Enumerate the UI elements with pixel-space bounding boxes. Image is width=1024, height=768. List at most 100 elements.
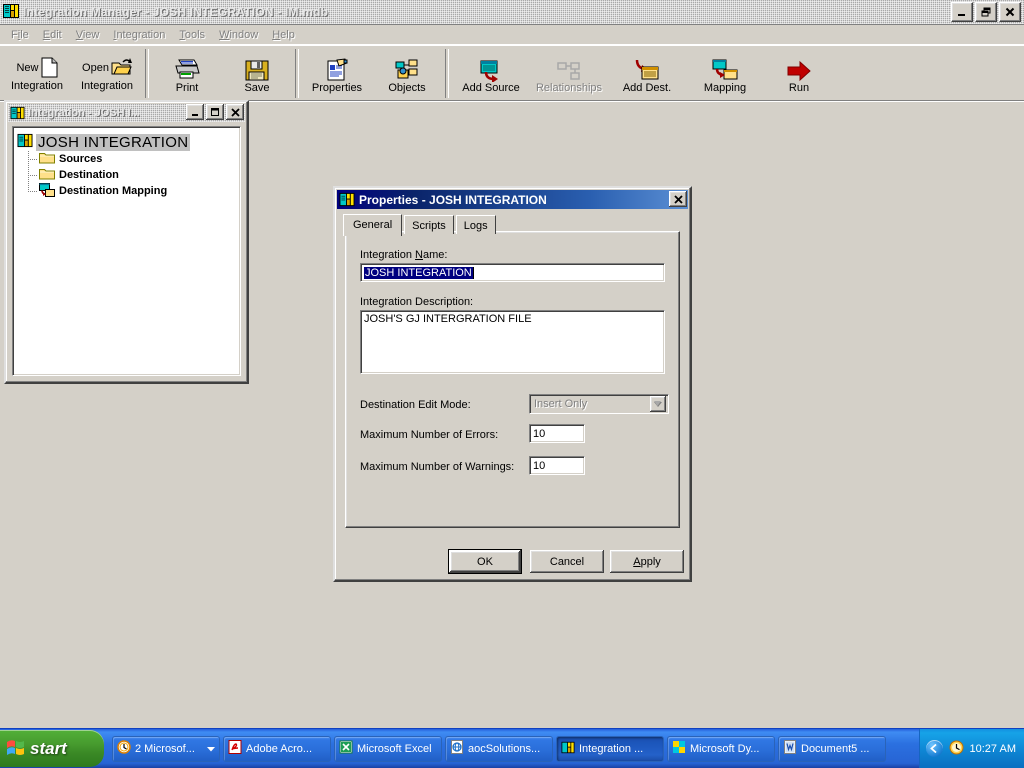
add-destination-button[interactable]: Add Dest. [608,47,686,100]
menu-item-integration[interactable]: Integration [106,27,172,43]
mdi-maximize-button[interactable] [206,104,224,120]
integration-name-input[interactable]: JOSH INTEGRATION [360,263,665,282]
taskbar-item-aocsolutions[interactable]: aocSolutions... [445,736,553,762]
ok-button-label: OK [450,551,520,572]
maximum-errors-input[interactable]: 10 [529,424,585,443]
taskbar-item-dynamics-label: Microsoft Dy... [690,743,759,755]
floppy-disk-icon [245,56,269,82]
restore-button[interactable] [975,2,997,22]
objects-button[interactable]: Objects [372,47,442,100]
tree-item-destination-mapping-label: Destination Mapping [59,185,167,197]
integration-manager-icon [3,3,19,22]
start-button[interactable]: start [0,730,104,767]
taskbar-clock: 10:27 AM [970,743,1016,755]
integration-description-input[interactable]: JOSH'S GJ INTERGRATION FILE [360,310,665,374]
destination-edit-mode-value: Insert Only [530,398,650,410]
mdi-title-bar[interactable]: Integration - JOSH I... [8,104,245,122]
close-button[interactable] [999,2,1021,22]
restore-icon [980,6,992,18]
cancel-button[interactable]: Cancel [530,550,604,573]
print-button[interactable]: Print [152,47,222,100]
windows-flag-icon [6,738,25,759]
open-integration-button[interactable]: Open Integration [72,47,142,100]
chevron-down-icon[interactable] [650,396,666,412]
taskbar-item-document5-label: Document5 ... [801,743,869,755]
tab-general[interactable]: General [343,214,402,236]
menu-item-file[interactable]: File [4,27,36,43]
cancel-button-label: Cancel [550,556,584,568]
properties-button[interactable]: Properties [302,47,372,100]
mapping-button[interactable]: Mapping [686,47,764,100]
run-button[interactable]: Run [764,47,834,100]
open-folder-icon [111,57,132,80]
toolbar-group-print-save: Print Save [152,47,292,100]
chevron-down-icon[interactable] [207,743,215,755]
dialog-title-bar[interactable]: Properties - JOSH INTEGRATION [337,190,688,209]
destination-edit-mode-select[interactable]: Insert Only [529,394,669,414]
minimize-icon [956,6,968,18]
properties-label: Properties [312,83,362,94]
taskbar-item-outlook-label: 2 Microsof... [135,743,195,755]
relationships-label: Relationships [536,83,602,94]
integration-manager-icon [561,741,575,757]
close-icon [230,107,241,118]
toolbar-separator-3 [445,49,449,98]
tree-item-destination-mapping[interactable]: Destination Mapping [25,183,240,199]
toolbar-group-properties-objects: Properties Objects [302,47,442,100]
menu-item-window[interactable]: Window [212,27,265,43]
integration-window-icon [10,106,25,120]
tab-logs[interactable]: Logs [456,215,496,234]
taskbar-item-excel[interactable]: Microsoft Excel [334,736,442,762]
tree-branch-line [28,175,37,176]
start-label: start [30,739,67,759]
mdi-minimize-button[interactable] [186,104,204,120]
main-title-bar[interactable]: Integration Manager - JOSH INTEGRATION -… [0,0,1024,25]
maximum-errors-label: Maximum Number of Errors: [360,429,498,441]
relationships-button: Relationships [530,47,608,100]
mdi-close-button[interactable] [226,104,244,120]
close-icon [673,194,684,205]
integration-tree[interactable]: JOSH INTEGRATION Sources [12,126,241,376]
apply-button[interactable]: Apply [610,550,684,573]
maximum-warnings-input[interactable]: 10 [529,456,585,475]
taskbar-items: 2 Microsof... Adobe Acro... [112,736,886,762]
minimize-button[interactable] [951,2,973,22]
application-window: Integration Manager - JOSH INTEGRATION -… [0,0,1024,729]
integration-node-icon [17,133,33,151]
maximize-icon [210,107,220,117]
taskbar-item-acrobat[interactable]: Adobe Acro... [223,736,331,762]
tree-item-destination-label: Destination [59,169,119,181]
dialog-close-button[interactable] [669,191,687,207]
taskbar-item-integration-manager[interactable]: Integration ... [556,736,664,762]
dialog-tabstrip: General Scripts Logs [345,214,498,234]
tree-item-sources[interactable]: Sources [25,151,240,167]
mdi-caption-buttons [186,104,244,120]
menu-item-tools[interactable]: Tools [172,27,212,43]
taskbar-item-dynamics[interactable]: Microsoft Dy... [667,736,775,762]
tab-scripts[interactable]: Scripts [404,215,454,234]
toolbar: New Integration Open [0,45,1024,101]
dialog-title-text: Properties - JOSH INTEGRATION [359,193,547,207]
maximum-warnings-value: 10 [533,460,545,472]
menu-item-edit[interactable]: Edit [36,27,69,43]
ok-button[interactable]: OK [448,549,522,574]
taskbar-item-document5[interactable]: Document5 ... [778,736,886,762]
destination-edit-mode-label: Destination Edit Mode: [360,399,471,411]
tree-root-node[interactable]: JOSH INTEGRATION [17,133,240,151]
new-integration-label-line2: Integration [11,81,63,92]
add-source-icon [477,56,505,82]
toolbar-group-file: New Integration Open [2,47,142,100]
add-source-button[interactable]: Add Source [452,47,530,100]
tree-children: Sources Destination [25,151,240,199]
mapping-label: Mapping [704,83,746,94]
taskbar-item-outlook[interactable]: 2 Microsof... [112,736,220,762]
taskbar: start 2 Microsof... [0,728,1024,768]
integration-description-value: JOSH'S GJ INTERGRATION FILE [364,313,532,325]
objects-label: Objects [388,83,425,94]
new-integration-button[interactable]: New Integration [2,47,72,100]
tree-item-destination[interactable]: Destination [25,167,240,183]
menu-item-view[interactable]: View [69,27,107,43]
save-button[interactable]: Save [222,47,292,100]
chevron-left-icon[interactable] [926,740,943,757]
menu-item-help[interactable]: Help [265,27,302,43]
